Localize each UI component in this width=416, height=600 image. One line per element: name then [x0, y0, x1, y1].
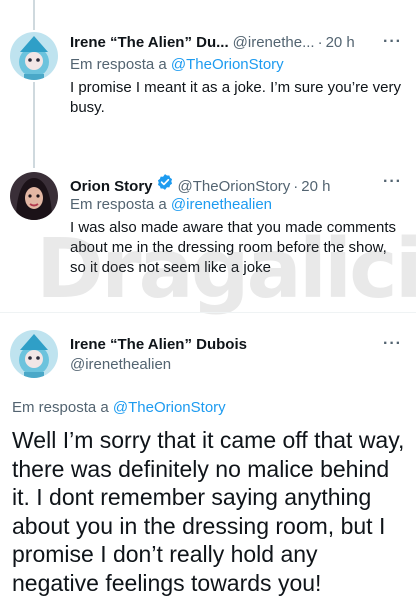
reply-context: Em resposta a @TheOrionStory — [12, 398, 226, 418]
avatar-orion[interactable] — [10, 172, 58, 220]
more-options-icon[interactable]: ··· — [383, 335, 402, 353]
thread-line-middle — [33, 82, 35, 168]
tweet-text: I was also made aware that you made comm… — [70, 219, 396, 276]
tweet-text: I promise I meant it as a joke. I’m sure… — [70, 79, 401, 116]
author-handle[interactable]: @TheOrionStory — [178, 177, 291, 197]
timestamp[interactable]: 20 h — [326, 33, 355, 53]
avatar-irene[interactable] — [10, 330, 58, 378]
reply-mention-link[interactable]: @TheOrionStory — [171, 56, 284, 73]
timestamp[interactable]: 20 h — [301, 177, 330, 197]
tweet-header: Orion Story @TheOrionStory · 20 h — [70, 173, 330, 197]
main-tweet-handle-row: @irenethealien — [70, 355, 171, 375]
verified-badge-icon — [156, 173, 174, 191]
author-handle[interactable]: @irenethe... — [233, 33, 315, 53]
divider — [0, 312, 416, 313]
more-options-icon[interactable]: ··· — [383, 173, 402, 191]
separator-dot: · — [317, 34, 323, 51]
thread-line-top — [33, 0, 35, 30]
main-tweet-text: Well I’m sorry that it came off that way… — [12, 427, 405, 596]
author-name[interactable]: Irene “The Alien” Du... — [70, 33, 229, 53]
avatar-irene[interactable] — [10, 32, 58, 80]
reply-context: Em resposta a @TheOrionStory — [70, 55, 284, 75]
more-options-icon[interactable]: ··· — [383, 33, 402, 51]
author-handle[interactable]: @irenethealien — [70, 355, 171, 375]
reply-prefix: Em resposta a — [70, 56, 167, 73]
main-tweet-author: Irene “The Alien” Dubois — [70, 335, 247, 355]
reply-prefix: Em resposta a — [70, 196, 167, 213]
tweet-header: Irene “The Alien” Du... @irenethe... · 2… — [70, 33, 355, 53]
reply-mention-link[interactable]: @irenethealien — [171, 196, 272, 213]
reply-mention-link[interactable]: @TheOrionStory — [113, 399, 226, 416]
separator-dot: · — [293, 178, 299, 195]
author-name[interactable]: Orion Story — [70, 177, 153, 197]
reply-context: Em resposta a @irenethealien — [70, 195, 272, 215]
reply-prefix: Em resposta a — [12, 399, 109, 416]
author-name[interactable]: Irene “The Alien” Dubois — [70, 335, 247, 355]
